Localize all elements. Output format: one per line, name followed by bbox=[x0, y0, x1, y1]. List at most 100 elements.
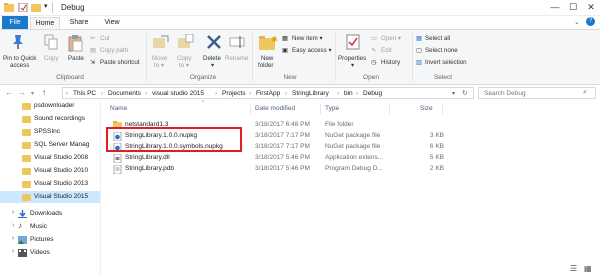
nav-folder-sql-server[interactable]: SQL Server Manag bbox=[0, 139, 100, 151]
nav-folder-label: Visual Studio 2013 bbox=[34, 180, 89, 187]
minimize-button[interactable]: — bbox=[548, 1, 562, 14]
select-none-icon: ▢ bbox=[416, 47, 422, 54]
navigation-pane: psdownloader Sound recordings SPSSInc SQ… bbox=[0, 100, 101, 275]
column-header-type[interactable]: Type bbox=[325, 105, 339, 112]
address-dropdown-icon[interactable]: ▾ bbox=[452, 90, 455, 97]
search-box[interactable]: Search Debug ⌕ bbox=[478, 87, 596, 99]
breadcrumb-bin[interactable]: bin bbox=[344, 90, 353, 97]
properties-icon bbox=[346, 34, 360, 52]
expand-arrow-icon[interactable]: › bbox=[12, 209, 14, 216]
nav-folder-psdownloader[interactable]: psdownloader bbox=[0, 100, 100, 112]
nav-folder-vs2013[interactable]: Visual Studio 2013 bbox=[0, 178, 100, 190]
new-item-button[interactable]: New item ▾ bbox=[292, 35, 323, 42]
status-bar: ☰ ▦ bbox=[0, 263, 600, 275]
column-divider[interactable] bbox=[320, 104, 321, 114]
help-icon[interactable]: ? bbox=[586, 17, 595, 26]
open-button[interactable]: Open ▾ bbox=[381, 35, 401, 42]
new-folder-button[interactable]: New bbox=[261, 55, 273, 62]
edit-button[interactable]: Edit bbox=[381, 47, 392, 54]
nav-videos[interactable]: › Videos bbox=[0, 247, 100, 259]
copy-button[interactable]: Copy bbox=[44, 55, 58, 62]
pin-to-quick-access-button[interactable]: Pin to Quick bbox=[3, 55, 36, 62]
close-button[interactable]: ✕ bbox=[584, 1, 598, 14]
copy-to-button[interactable]: Copy bbox=[177, 55, 191, 62]
nav-folder-vs2015[interactable]: Visual Studio 2015 bbox=[0, 191, 100, 203]
paste-shortcut-button[interactable]: Paste shortcut bbox=[100, 59, 140, 66]
address-separator: › bbox=[285, 90, 288, 97]
expand-arrow-icon[interactable]: › bbox=[12, 222, 14, 229]
delete-button[interactable]: Delete bbox=[203, 55, 221, 62]
maximize-button[interactable]: ☐ bbox=[566, 1, 580, 14]
large-icons-view-icon[interactable]: ▦ bbox=[584, 264, 592, 273]
select-group-label: Select bbox=[433, 74, 453, 81]
dll-file-icon bbox=[113, 153, 122, 164]
select-all-icon: ▦ bbox=[416, 35, 422, 42]
history-button[interactable]: History bbox=[381, 59, 400, 66]
tab-home[interactable]: Home bbox=[30, 17, 60, 29]
breadcrumb-firstapp[interactable]: FirstApp bbox=[256, 90, 280, 97]
copy-icon bbox=[44, 34, 58, 52]
ribbon-collapse-icon[interactable]: ⌄ bbox=[574, 18, 580, 26]
new-folder-quick-icon[interactable] bbox=[31, 3, 41, 12]
nav-folder-vs2010[interactable]: Visual Studio 2010 bbox=[0, 165, 100, 177]
ribbon-tabs: File Home Share View ⌄ ? bbox=[0, 16, 600, 29]
cut-button[interactable]: Cut bbox=[100, 35, 110, 42]
address-separator: › bbox=[145, 90, 148, 97]
breadcrumb-debug[interactable]: Debug bbox=[363, 90, 382, 97]
annotation-highlight-box bbox=[106, 127, 242, 152]
column-divider[interactable] bbox=[442, 104, 443, 114]
nav-folder-vs2008[interactable]: Visual Studio 2008 bbox=[0, 152, 100, 164]
nav-music[interactable]: › ♪ Music bbox=[0, 221, 100, 233]
easy-access-button[interactable]: Easy access ▾ bbox=[292, 47, 332, 54]
nav-folder-sound-recordings[interactable]: Sound recordings bbox=[0, 113, 100, 125]
back-button[interactable]: ← bbox=[5, 88, 13, 97]
column-divider[interactable] bbox=[389, 104, 390, 114]
tab-file[interactable]: File bbox=[2, 16, 28, 29]
recent-locations-icon[interactable]: ▾ bbox=[31, 90, 34, 97]
column-header-date[interactable]: Date modified bbox=[255, 105, 295, 112]
nav-folder-label: SQL Server Manag bbox=[34, 141, 90, 148]
properties-quick-icon[interactable] bbox=[18, 2, 28, 13]
breadcrumb-this-pc[interactable]: This PC bbox=[73, 90, 96, 97]
easy-access-icon: ▣ bbox=[282, 47, 288, 54]
tab-view[interactable]: View bbox=[100, 17, 124, 29]
expand-arrow-icon[interactable]: › bbox=[12, 248, 14, 255]
rename-button[interactable]: Rename bbox=[225, 55, 248, 62]
file-type: Program Debug D... bbox=[325, 165, 383, 172]
ribbon-separator bbox=[412, 33, 413, 81]
expand-arrow-icon[interactable]: › bbox=[12, 235, 14, 242]
paste-button[interactable]: Paste bbox=[68, 55, 84, 62]
up-button[interactable]: ↑ bbox=[42, 88, 46, 97]
refresh-button[interactable]: ↻ bbox=[462, 89, 467, 97]
breadcrumb-visual-studio-2015[interactable]: visual studio 2015 bbox=[152, 90, 204, 97]
column-header-name[interactable]: Name bbox=[110, 105, 127, 112]
delete-label-2: ▾ bbox=[211, 62, 215, 69]
file-row[interactable]: StringLibrary.pdb 3/18/2017 5:46 PM Prog… bbox=[106, 164, 446, 175]
file-type: File folder bbox=[325, 121, 354, 128]
folder-icon bbox=[22, 181, 31, 188]
nav-downloads[interactable]: › Downloads bbox=[0, 208, 100, 220]
nav-folder-spssinc[interactable]: SPSSInc bbox=[0, 126, 100, 138]
properties-button[interactable]: Properties bbox=[338, 55, 366, 62]
search-icon[interactable]: ⌕ bbox=[583, 89, 587, 97]
column-divider[interactable] bbox=[250, 104, 251, 114]
tab-share[interactable]: Share bbox=[66, 17, 92, 29]
ribbon-separator bbox=[335, 33, 336, 81]
select-none-button[interactable]: Select none bbox=[425, 47, 458, 54]
nav-place-label: Pictures bbox=[30, 236, 54, 243]
select-all-button[interactable]: Select all bbox=[425, 35, 450, 42]
copy-path-button[interactable]: Copy path bbox=[100, 47, 128, 54]
folder-icon bbox=[22, 155, 31, 162]
address-bar[interactable]: › This PC › Documents › visual studio 20… bbox=[62, 87, 474, 99]
move-to-button[interactable]: Move bbox=[152, 55, 167, 62]
column-header-size[interactable]: Size bbox=[420, 105, 433, 112]
forward-button[interactable]: → bbox=[18, 88, 26, 97]
invert-selection-button[interactable]: Invert selection bbox=[425, 59, 467, 66]
breadcrumb-documents[interactable]: Documents bbox=[108, 90, 141, 97]
file-row[interactable]: StringLibrary.dll 3/18/2017 5:46 PM Appl… bbox=[106, 153, 446, 164]
nav-pictures[interactable]: › Pictures bbox=[0, 234, 100, 246]
videos-icon bbox=[18, 249, 27, 257]
details-view-icon[interactable]: ☰ bbox=[570, 264, 577, 273]
breadcrumb-projects[interactable]: Projects bbox=[222, 90, 245, 97]
breadcrumb-stringlibrary[interactable]: StringLibrary bbox=[292, 90, 329, 97]
